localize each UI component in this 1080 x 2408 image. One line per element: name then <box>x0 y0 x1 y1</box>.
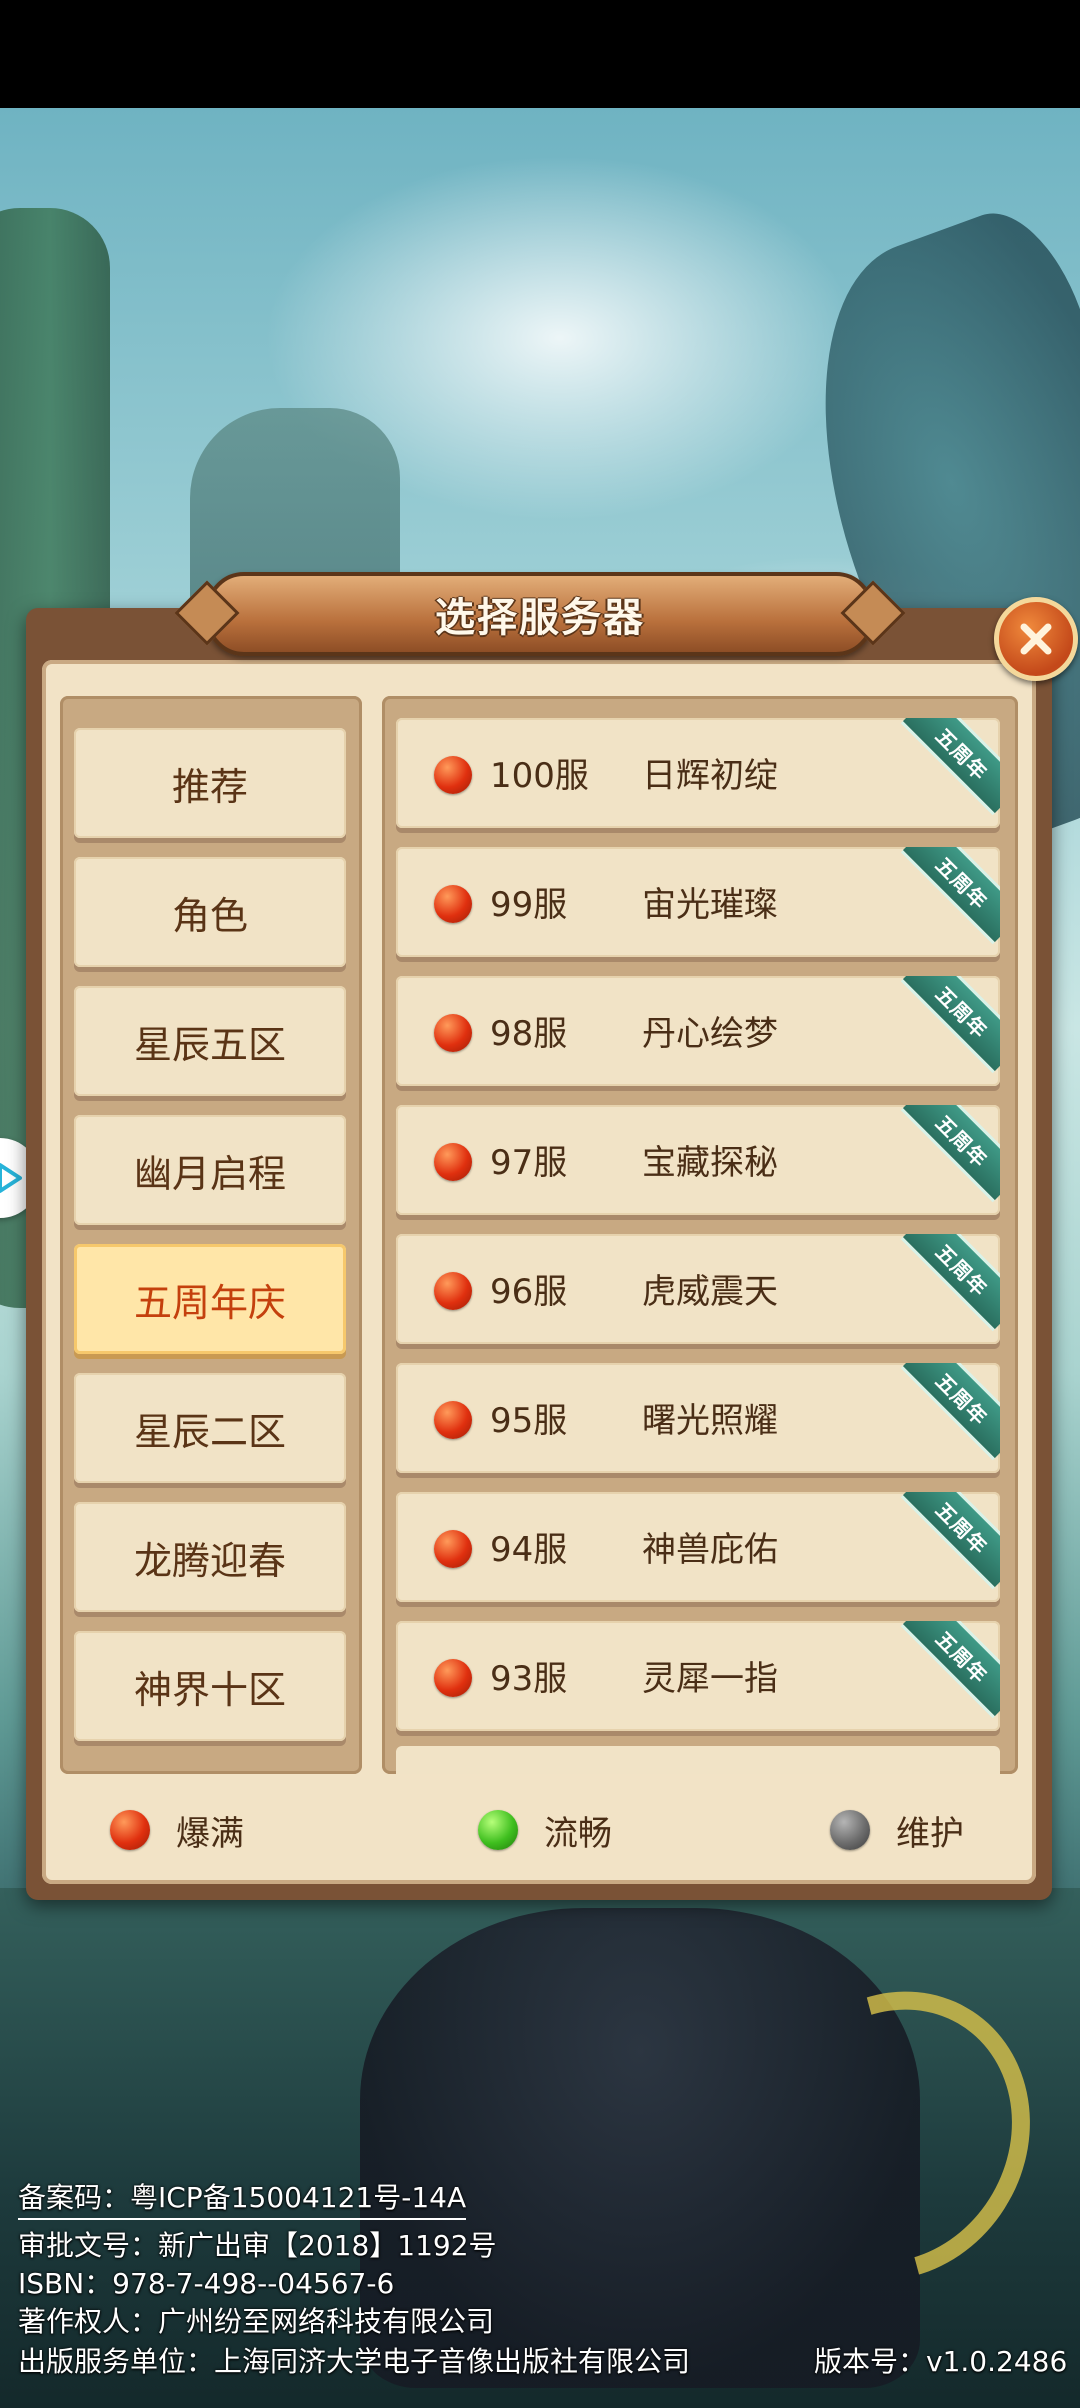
server-row[interactable]: 100服 日辉初绽 五周年 <box>396 718 1000 828</box>
server-list-panel[interactable]: 100服 日辉初绽 五周年 99服 宙光璀璨 五周年 98服 丹心绘梦 五周年 … <box>382 696 1018 1774</box>
server-name: 灵犀一指 <box>642 1659 778 1699</box>
server-number: 95服 <box>490 1401 568 1441</box>
legend-label: 流畅 <box>544 1813 612 1854</box>
status-dot-icon <box>434 1530 472 1568</box>
category-label: 神界十区 <box>133 1667 286 1712</box>
category-label: 龙腾迎春 <box>133 1538 286 1583</box>
server-row[interactable]: 99服 宙光璀璨 五周年 <box>396 847 1000 957</box>
server-number: 97服 <box>490 1143 568 1183</box>
category-tab-xingchen-2[interactable]: 星辰二区 <box>74 1373 346 1483</box>
category-panel: 推荐 角色 星辰五区 幽月启程 五周年庆 星辰二区 龙腾迎春 神界十区 <box>60 696 362 1774</box>
server-row[interactable]: 97服 宝藏探秘 五周年 <box>396 1105 1000 1215</box>
status-dot-icon <box>434 1659 472 1697</box>
dialog-title-bar: 选择服务器 <box>174 572 906 656</box>
approval-number: 审批文号：新广出审【2018】1192号 <box>18 2229 497 2262</box>
server-name: 宝藏探秘 <box>642 1143 778 1183</box>
server-row[interactable]: 98服 丹心绘梦 五周年 <box>396 976 1000 1086</box>
category-label: 幽月启程 <box>133 1151 286 1196</box>
isbn-text: ISBN：978-7-498--04567-6 <box>18 2267 395 2300</box>
dialog-title: 选择服务器 <box>435 595 645 641</box>
anniversary-ribbon: 五周年 <box>900 1492 1000 1590</box>
server-row[interactable]: 94服 神兽庇佑 五周年 <box>396 1492 1000 1602</box>
category-tab-recommended[interactable]: 推荐 <box>74 728 346 838</box>
ribbon-label: 五周年 <box>931 1110 993 1172</box>
legend-label: 爆满 <box>176 1813 244 1854</box>
category-label: 角色 <box>171 893 248 938</box>
anniversary-ribbon: 五周年 <box>900 1621 1000 1719</box>
ribbon-label: 五周年 <box>931 852 993 914</box>
status-dot-icon <box>434 1272 472 1310</box>
copyright-holder: 著作权人：广州纷至网络科技有限公司 <box>18 2305 495 2338</box>
server-name: 宙光璀璨 <box>642 885 778 925</box>
category-tab-youyue[interactable]: 幽月启程 <box>74 1115 346 1225</box>
server-row[interactable]: 93服 灵犀一指 五周年 <box>396 1621 1000 1731</box>
category-label: 五周年庆 <box>133 1280 286 1325</box>
anniversary-ribbon: 五周年 <box>900 976 1000 1074</box>
ribbon-label: 五周年 <box>931 1497 993 1559</box>
server-number: 96服 <box>490 1272 568 1312</box>
status-dot-icon <box>434 885 472 923</box>
category-tab-longteng[interactable]: 龙腾迎春 <box>74 1502 346 1612</box>
category-label: 推荐 <box>171 764 248 809</box>
status-dot-icon <box>434 1143 472 1181</box>
server-name: 虎威震天 <box>642 1272 778 1312</box>
server-number: 93服 <box>490 1659 568 1699</box>
play-icon <box>0 1163 22 1193</box>
legend-label: 维护 <box>896 1813 964 1854</box>
status-bar-area <box>0 0 1080 108</box>
status-dot-icon <box>434 1401 472 1439</box>
anniversary-ribbon: 五周年 <box>900 847 1000 945</box>
legend-maintenance: 维护 <box>830 1808 964 1854</box>
ribbon-label: 五周年 <box>931 1626 993 1688</box>
server-name: 日辉初绽 <box>642 756 778 796</box>
legend-smooth: 流畅 <box>478 1808 612 1854</box>
icp-link[interactable]: 备案码：粤ICP备15004121号-14A <box>18 2176 467 2220</box>
server-number: 100服 <box>490 756 589 796</box>
ribbon-label: 五周年 <box>931 723 993 785</box>
server-row[interactable]: 95服 曙光照耀 五周年 <box>396 1363 1000 1473</box>
status-dot-icon <box>110 1810 150 1850</box>
server-number: 98服 <box>490 1014 568 1054</box>
server-name: 曙光照耀 <box>642 1401 778 1441</box>
server-row-partial <box>396 1746 1000 1774</box>
category-tab-role[interactable]: 角色 <box>74 857 346 967</box>
category-tab-fifth-anniversary[interactable]: 五周年庆 <box>74 1244 346 1354</box>
status-dot-icon <box>434 1014 472 1052</box>
anniversary-ribbon: 五周年 <box>900 1105 1000 1203</box>
category-tab-shenjie-10[interactable]: 神界十区 <box>74 1631 346 1741</box>
status-dot-icon <box>434 756 472 794</box>
legend-full: 爆满 <box>110 1808 244 1854</box>
anniversary-ribbon: 五周年 <box>900 718 1000 816</box>
publisher-text: 出版服务单位：上海同济大学电子音像出版社有限公司 <box>18 2345 691 2378</box>
version-label: 版本号：v1.0.2486 <box>814 2345 1068 2378</box>
server-number: 94服 <box>490 1530 568 1570</box>
close-button[interactable] <box>994 597 1078 681</box>
status-dot-icon <box>830 1810 870 1850</box>
ribbon-label: 五周年 <box>931 1368 993 1430</box>
anniversary-ribbon: 五周年 <box>900 1363 1000 1461</box>
category-tab-xingchen-5[interactable]: 星辰五区 <box>74 986 346 1096</box>
ribbon-label: 五周年 <box>931 1239 993 1301</box>
close-icon <box>1020 623 1052 655</box>
anniversary-ribbon: 五周年 <box>900 1234 1000 1332</box>
category-label: 星辰五区 <box>133 1022 286 1067</box>
server-row[interactable]: 96服 虎威震天 五周年 <box>396 1234 1000 1344</box>
server-name: 神兽庇佑 <box>642 1530 778 1570</box>
ribbon-label: 五周年 <box>931 981 993 1043</box>
server-name: 丹心绘梦 <box>642 1014 778 1054</box>
server-number: 99服 <box>490 885 568 925</box>
status-dot-icon <box>478 1810 518 1850</box>
category-label: 星辰二区 <box>133 1409 286 1454</box>
